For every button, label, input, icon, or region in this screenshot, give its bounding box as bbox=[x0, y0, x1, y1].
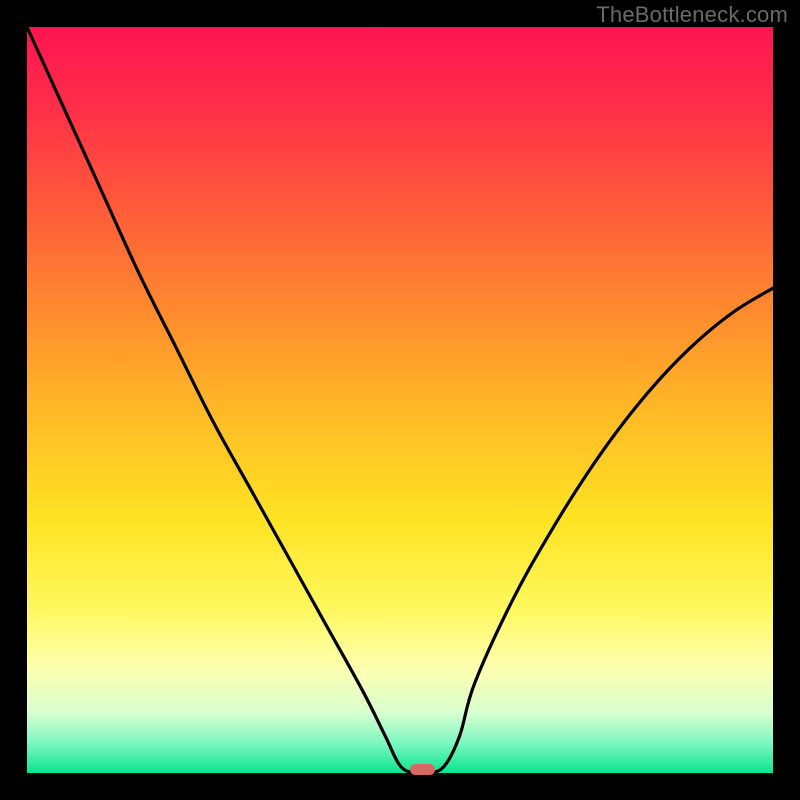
bottleneck-curve bbox=[27, 27, 773, 773]
plot-area bbox=[27, 27, 773, 773]
sweet-spot-marker bbox=[410, 764, 435, 775]
watermark-text: TheBottleneck.com bbox=[596, 2, 788, 28]
